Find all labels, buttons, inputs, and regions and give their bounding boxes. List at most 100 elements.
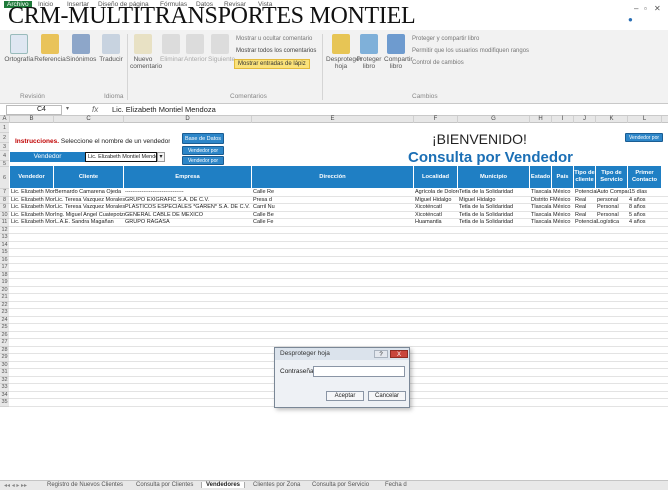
new-comment-button[interactable]: Nuevo comentario: [130, 34, 162, 70]
fx-icon[interactable]: fx: [92, 105, 98, 114]
table-cell[interactable]: Personal: [597, 204, 629, 212]
dialog-cancel-button[interactable]: Cancelar: [368, 391, 406, 401]
table-cell[interactable]: Xicoténcatl: [415, 204, 459, 212]
name-box[interactable]: C4: [6, 105, 62, 115]
row-header[interactable]: 25: [0, 324, 9, 332]
table-cell[interactable]: Agrícola de Dolores: [415, 189, 459, 197]
show-ink-option[interactable]: Mostrar entradas de lápiz: [234, 59, 310, 69]
row-header[interactable]: 9: [0, 204, 9, 212]
column-header[interactable]: I: [552, 116, 574, 123]
table-cell[interactable]: Bernardo Camarena Ojeda: [55, 189, 125, 197]
share-book-button[interactable]: Compartir libro: [384, 34, 413, 70]
base-datos-button[interactable]: Base de Datos: [182, 133, 224, 144]
tab-consulta-servicio[interactable]: Consulta por Servicio: [312, 482, 369, 488]
table-cell[interactable]: Lic. Elizabeth Montiel Mendoza: [11, 219, 55, 227]
table-cell[interactable]: Tlaxcala: [531, 189, 553, 197]
table-cell[interactable]: Potencial: [575, 219, 597, 227]
vendedor-zona-button[interactable]: Vendedor por Zona: [182, 156, 224, 173]
table-cell[interactable]: Tlaxcala: [531, 212, 553, 220]
column-header[interactable]: L: [628, 116, 662, 123]
table-cell[interactable]: Presa d: [253, 197, 275, 205]
row-header[interactable]: 7: [0, 189, 9, 197]
row-header[interactable]: 27: [0, 339, 9, 347]
column-header[interactable]: E: [252, 116, 414, 123]
table-cell[interactable]: Personal: [597, 212, 629, 220]
spelling-button[interactable]: Ortografía: [4, 34, 34, 63]
row-header[interactable]: 4: [0, 151, 9, 161]
table-cell[interactable]: Tetla de la Solidaridad: [459, 219, 531, 227]
track-changes-option[interactable]: Control de cambios: [412, 60, 464, 66]
row-header[interactable]: 15: [0, 249, 9, 257]
row-header[interactable]: 12: [0, 226, 9, 234]
row-header[interactable]: 6: [0, 167, 9, 189]
table-cell[interactable]: Logística: [597, 219, 629, 227]
table-cell[interactable]: GRUPO RAGASA: [125, 219, 253, 227]
show-comment-option[interactable]: Mostrar u ocultar comentario: [236, 36, 312, 42]
tab-consulta-clientes[interactable]: Consulta por Clientes: [136, 482, 193, 488]
table-cell[interactable]: México: [553, 204, 575, 212]
dialog-close-button[interactable]: X: [390, 350, 408, 358]
protect-share-option[interactable]: Proteger y compartir libro: [412, 36, 479, 42]
row-header[interactable]: 34: [0, 391, 9, 399]
table-cell[interactable]: personal: [597, 197, 629, 205]
row-header[interactable]: 3: [0, 143, 9, 151]
protect-book-button[interactable]: Proteger libro: [356, 34, 382, 70]
tab-registro[interactable]: Registro de Nuevos Clientes: [47, 482, 123, 488]
table-cell[interactable]: 15 días: [629, 189, 663, 197]
table-cell[interactable]: Tlaxcala: [531, 219, 553, 227]
row-header[interactable]: 22: [0, 301, 9, 309]
row-header[interactable]: 11: [0, 219, 9, 227]
minimize-icon[interactable]: –: [634, 4, 638, 13]
table-cell[interactable]: PLÁSTICOS ESPECIALES *GAREN* S.A. DE C.V…: [125, 204, 253, 212]
table-cell[interactable]: Lic. Elizabeth Montiel Mendoza: [11, 197, 55, 205]
table-cell[interactable]: 4 años: [629, 197, 663, 205]
table-cell[interactable]: Carril Nu: [253, 204, 275, 212]
table-cell[interactable]: Real: [575, 197, 597, 205]
table-cell[interactable]: 8 años: [629, 204, 663, 212]
translate-button[interactable]: Traducir: [98, 34, 124, 63]
row-header[interactable]: 23: [0, 309, 9, 317]
table-cell[interactable]: GENERAL CABLE DE MÉXICO: [125, 212, 253, 220]
table-cell[interactable]: --------------------------------: [125, 189, 253, 197]
row-header[interactable]: 32: [0, 376, 9, 384]
column-header[interactable]: C: [54, 116, 124, 123]
row-header[interactable]: 10: [0, 211, 9, 219]
help-icon[interactable]: ●: [628, 15, 633, 24]
row-header[interactable]: 14: [0, 241, 9, 249]
table-cell[interactable]: Tetla de la Solidaridad: [459, 189, 531, 197]
reference-button[interactable]: Referencia: [34, 34, 66, 63]
formula-input[interactable]: Lic. Elizabeth Montiel Mendoza: [112, 105, 216, 114]
dialog-accept-button[interactable]: Aceptar: [326, 391, 364, 401]
table-cell[interactable]: Distrito Federal: [531, 197, 553, 205]
row-header[interactable]: 28: [0, 346, 9, 354]
table-cell[interactable]: Tetla de la Solidaridad: [459, 204, 531, 212]
worksheet[interactable]: Instrucciones. Seleccione el nombre de u…: [0, 123, 668, 478]
row-header[interactable]: 24: [0, 316, 9, 324]
table-cell[interactable]: 5 años: [629, 212, 663, 220]
row-header[interactable]: 16: [0, 256, 9, 264]
table-cell[interactable]: México: [553, 212, 575, 220]
column-header[interactable]: B: [10, 116, 54, 123]
vendedor-ventas-button[interactable]: Vendedor por Ventas: [625, 133, 663, 150]
name-box-dropdown-icon[interactable]: ▾: [66, 105, 69, 112]
row-header[interactable]: 30: [0, 361, 9, 369]
table-cell[interactable]: Xicoténcatl: [415, 212, 459, 220]
vendedor-vendedor-button[interactable]: Vendedor por Vendedor: [182, 146, 224, 163]
dialog-help-button[interactable]: ?: [374, 350, 388, 358]
row-header[interactable]: 2: [0, 133, 9, 143]
tab-fecha[interactable]: Fecha d: [385, 482, 407, 488]
table-cell[interactable]: México: [553, 197, 575, 205]
row-header[interactable]: 18: [0, 271, 9, 279]
restore-icon[interactable]: ▫: [644, 4, 647, 13]
table-cell[interactable]: 4 años: [629, 219, 663, 227]
table-cell[interactable]: Lic. Elizabeth Montiel Mendoza: [11, 189, 55, 197]
vendedor-select[interactable]: Lic. Elizabeth Montiel Mendoza: [85, 152, 157, 162]
table-cell[interactable]: Tlaxcala: [531, 204, 553, 212]
column-header[interactable]: F: [414, 116, 458, 123]
column-header[interactable]: J: [574, 116, 596, 123]
table-cell[interactable]: Tetla de la Solidaridad: [459, 212, 531, 220]
thesaurus-button[interactable]: Sinónimos: [66, 34, 96, 63]
table-cell[interactable]: Calle Fe: [253, 219, 275, 227]
table-cell[interactable]: Miguel Hidalgo: [415, 197, 459, 205]
table-cell[interactable]: México: [553, 219, 575, 227]
